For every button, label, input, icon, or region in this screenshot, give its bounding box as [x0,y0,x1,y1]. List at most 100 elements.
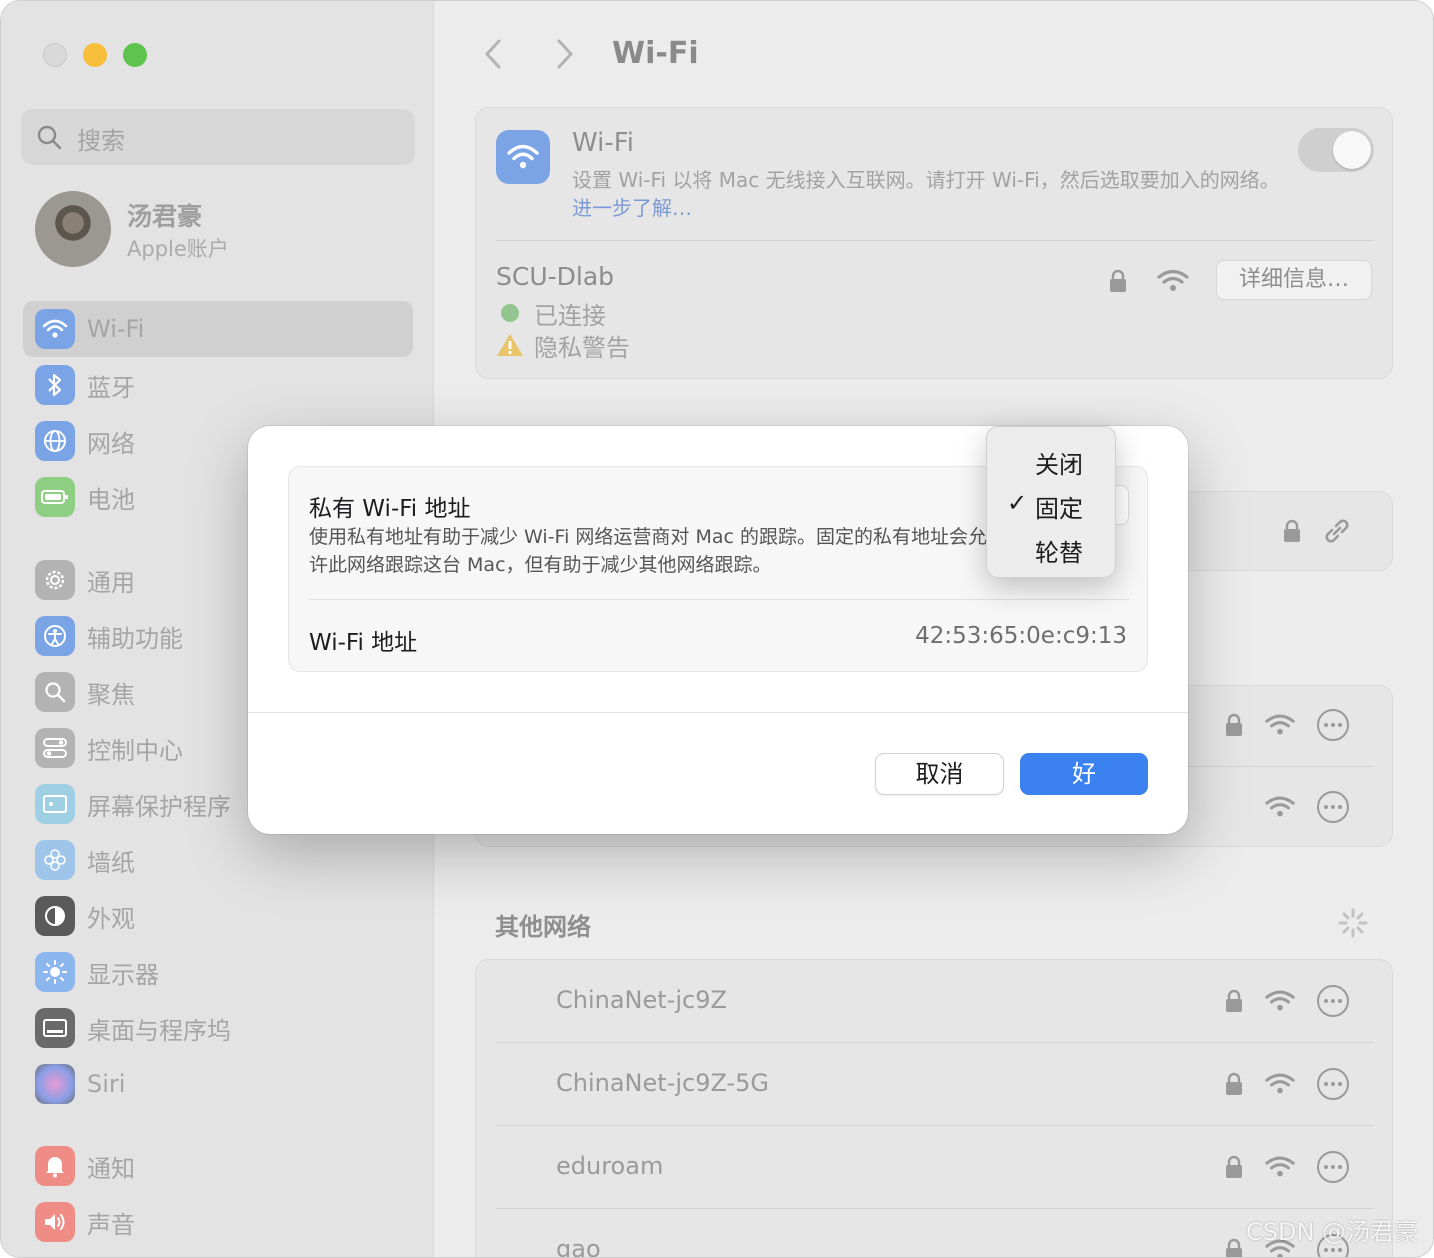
globe-icon [35,421,75,461]
wifi-signal-icon [1265,1156,1295,1177]
control-center-icon [35,728,75,768]
sidebar-item-sound[interactable]: 声音 [23,1194,413,1250]
loading-spinner-icon [1338,908,1368,938]
close-window-button[interactable] [43,43,67,67]
sidebar-item-dock[interactable]: 桌面与程序坞 [23,1000,413,1056]
sidebar-item-label: 桌面与程序坞 [87,1016,231,1045]
lock-icon [1226,713,1242,736]
avatar [35,191,111,267]
sidebar-item-display[interactable]: 显示器 [23,944,413,1000]
network-name: gao [556,1235,601,1258]
siri-icon [35,1064,75,1104]
more-options-icon[interactable] [1316,708,1350,742]
maximize-window-button[interactable] [123,43,147,67]
gear-icon [35,560,75,600]
speaker-icon [35,1202,75,1242]
wallpaper-icon [35,840,75,880]
sidebar-item-wallpaper[interactable]: 墙纸 [23,832,413,888]
search-field[interactable]: 搜索 [21,109,415,165]
warning-icon [497,334,523,356]
display-icon [35,952,75,992]
more-options-icon[interactable] [1316,790,1350,824]
menu-item-off[interactable]: 关闭 [987,439,1117,481]
profile-name: 汤君豪 [127,202,203,231]
minimize-window-button[interactable] [83,43,107,67]
sidebar-item-wifi[interactable]: Wi-Fi [23,301,413,357]
sidebar-item-label: 蓝牙 [87,373,135,402]
network-name: ChinaNet-jc9Z-5G [556,1069,770,1097]
menu-item-label: 固定 [1035,495,1083,523]
sidebar-item-label: 网络 [87,429,135,458]
wifi-signal-icon [1157,269,1189,291]
wifi-signal-icon [1265,990,1295,1011]
divider [248,712,1188,713]
connected-status-dot [501,304,519,322]
network-row[interactable]: eduroam [476,1126,1394,1208]
lock-icon [1226,1155,1242,1178]
other-networks-title: 其他网络 [495,913,591,941]
sidebar-item-label: 聚焦 [87,680,135,709]
sidebar-item-siri[interactable]: Siri [23,1056,413,1112]
apple-account-item[interactable]: 汤君豪 Apple账户 [35,191,415,269]
lock-icon [1226,1238,1242,1257]
sidebar-item-notifications[interactable]: 通知 [23,1138,413,1194]
sidebar-item-label: 外观 [87,904,135,933]
back-button[interactable] [479,37,509,71]
sidebar-item-label: 辅助功能 [87,624,183,653]
sidebar-group-notifications: 通知 声音 [23,1138,413,1250]
network-name: eduroam [556,1152,664,1180]
wifi-card-description: 设置 Wi-Fi 以将 Mac 无线接入互联网。请打开 Wi-Fi，然后选取要加… [572,166,1292,222]
more-options-icon[interactable] [1316,1067,1350,1101]
toggle-knob [1333,131,1371,169]
wifi-icon [496,130,550,184]
divider [496,240,1374,241]
sidebar-item-appearance[interactable]: 外观 [23,888,413,944]
lock-icon [1284,519,1300,542]
wifi-signal-icon [1265,1073,1295,1094]
menu-item-fixed[interactable]: ✓ 固定 [987,483,1117,525]
network-row[interactable]: ChinaNet-jc9Z-5G [476,1043,1394,1125]
sidebar-item-label: Wi-Fi [87,315,145,343]
details-button[interactable]: 详细信息… [1216,260,1372,300]
accessibility-icon [35,616,75,656]
search-icon [37,125,62,150]
sidebar-item-label: 显示器 [87,960,159,989]
sidebar-item-label: Siri [87,1070,126,1098]
forward-button[interactable] [549,37,579,71]
network-row[interactable]: ChinaNet-jc9Z [476,960,1394,1042]
sidebar-item-label: 声音 [87,1210,135,1239]
page-title: Wi-Fi [612,36,699,71]
dialog-title: 私有 Wi-Fi 地址 [309,496,471,522]
divider [309,599,1129,600]
dock-icon [35,1008,75,1048]
appearance-icon [35,896,75,936]
connected-status: 已连接 [534,302,606,330]
network-name: ChinaNet-jc9Z [556,986,727,1014]
ok-button[interactable]: 好 [1020,753,1148,795]
wifi-card-title: Wi-Fi [572,128,635,158]
bell-icon [35,1146,75,1186]
spotlight-icon [35,672,75,712]
current-network-name: SCU-Dlab [496,262,615,291]
learn-more-link[interactable]: 进一步了解… [572,196,692,220]
more-options-icon[interactable] [1316,984,1350,1018]
more-options-icon[interactable] [1316,1150,1350,1184]
checkmark-icon: ✓ [1007,489,1028,517]
wifi-card: Wi-Fi 设置 Wi-Fi 以将 Mac 无线接入互联网。请打开 Wi-Fi，… [475,107,1393,379]
wifi-desc-text: 设置 Wi-Fi 以将 Mac 无线接入互联网。请打开 Wi-Fi，然后选取要加… [572,168,1280,192]
wifi-icon [35,309,75,349]
sidebar-item-label: 通用 [87,568,135,597]
sidebar-item-label: 电池 [87,485,135,514]
wifi-address-value: 42:53:65:0e:c9:13 [915,623,1127,649]
menu-item-rotating[interactable]: 轮替 [987,527,1117,569]
sidebar-item-bluetooth[interactable]: 蓝牙 [23,357,413,413]
private-address-menu: 关闭 ✓ 固定 轮替 [986,426,1116,578]
search-placeholder: 搜索 [77,127,125,155]
menu-item-label: 关闭 [1035,451,1083,479]
wifi-toggle[interactable] [1298,128,1374,172]
wifi-signal-icon [1265,796,1295,817]
cancel-button[interactable]: 取消 [875,753,1004,795]
screensaver-icon [35,784,75,824]
watermark: CSDN @汤君豪 [1246,1218,1419,1246]
privacy-warning[interactable]: 隐私警告 [534,328,630,363]
